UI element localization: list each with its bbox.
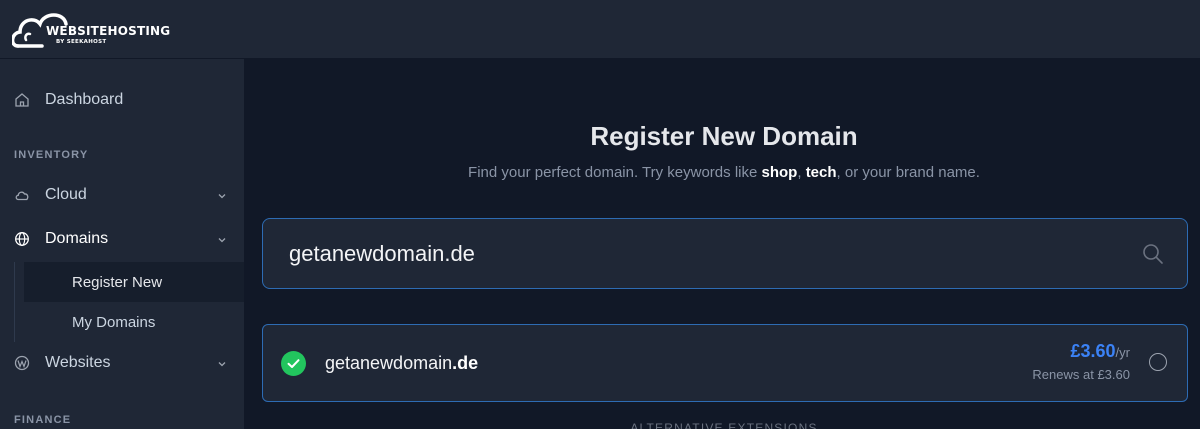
price-period: /yr <box>1115 345 1130 360</box>
sidebar: Dashboard INVENTORY Cloud Domains Regist… <box>0 59 244 429</box>
submenu-line <box>14 262 15 342</box>
domain-extension: .de <box>452 353 479 373</box>
globe-icon <box>15 232 29 246</box>
section-label-finance: FINANCE <box>14 414 72 426</box>
result-renews: Renews at £3.60 <box>1032 367 1130 382</box>
sidebar-item-label: Dashboard <box>45 91 124 108</box>
check-mark-icon <box>287 359 300 368</box>
sidebar-item-domains[interactable]: Domains <box>0 219 244 259</box>
keyword-shop: shop <box>761 164 798 181</box>
sidebar-item-label: Cloud <box>45 186 87 203</box>
domain-base: getanewdomain <box>325 353 453 373</box>
chevron-down-icon <box>218 362 226 367</box>
sidebar-item-label: Domains <box>45 230 109 247</box>
brand-by: BY <box>56 39 65 45</box>
page-title: Register New Domain <box>590 121 858 151</box>
top-bar: WEBSITEHOSTING BY SEEKAHOST <box>0 0 1200 59</box>
subtitle-separator: , <box>797 164 806 181</box>
result-domain-name: getanewdomain.de <box>325 353 478 374</box>
brand-sub: BY SEEKAHOST <box>56 39 106 45</box>
chevron-down-icon <box>218 238 226 243</box>
chevron-down-icon <box>218 194 226 199</box>
sidebar-item-websites[interactable]: Websites <box>0 343 244 383</box>
domain-result-card[interactable]: getanewdomain.de £3.60/yr Renews at £3.6… <box>262 324 1188 402</box>
wordpress-icon <box>14 355 30 371</box>
sidebar-subitem-my-domains[interactable]: My Domains <box>24 302 244 342</box>
home-icon <box>15 93 29 107</box>
brand-name: WEBSITEHOSTING <box>46 24 171 38</box>
main-content: Register New Domain Find your perfect do… <box>244 59 1200 429</box>
cloud-icon <box>15 191 29 201</box>
alternative-extensions-label: ALTERNATIVE EXTENSIONS <box>630 421 818 429</box>
domain-search-input[interactable] <box>289 239 1109 269</box>
subtitle-text-pre: Find your perfect domain. Try keywords l… <box>468 164 762 181</box>
section-label-inventory: INVENTORY <box>14 149 89 161</box>
sidebar-subitem-label: My Domains <box>72 314 156 331</box>
domain-search-box <box>262 218 1188 289</box>
select-radio[interactable] <box>1149 353 1167 371</box>
brand-sub-name: SEEKAHOST <box>66 39 107 45</box>
sidebar-item-cloud[interactable]: Cloud <box>0 175 244 215</box>
sidebar-subitem-label: Register New <box>72 274 163 291</box>
search-icon[interactable] <box>1142 243 1164 265</box>
check-circle-icon <box>281 351 306 376</box>
result-price: £3.60/yr <box>1071 341 1131 362</box>
brand-logo[interactable]: WEBSITEHOSTING BY SEEKAHOST <box>12 6 170 52</box>
price-value: £3.60 <box>1070 341 1116 361</box>
sidebar-subitem-register-new[interactable]: Register New <box>24 262 244 302</box>
subtitle-text-post: , or your brand name. <box>836 164 980 181</box>
sidebar-item-label: Websites <box>45 354 111 371</box>
page-subtitle: Find your perfect domain. Try keywords l… <box>244 164 1200 181</box>
sidebar-item-dashboard[interactable]: Dashboard <box>0 80 244 120</box>
keyword-tech: tech <box>805 164 837 181</box>
